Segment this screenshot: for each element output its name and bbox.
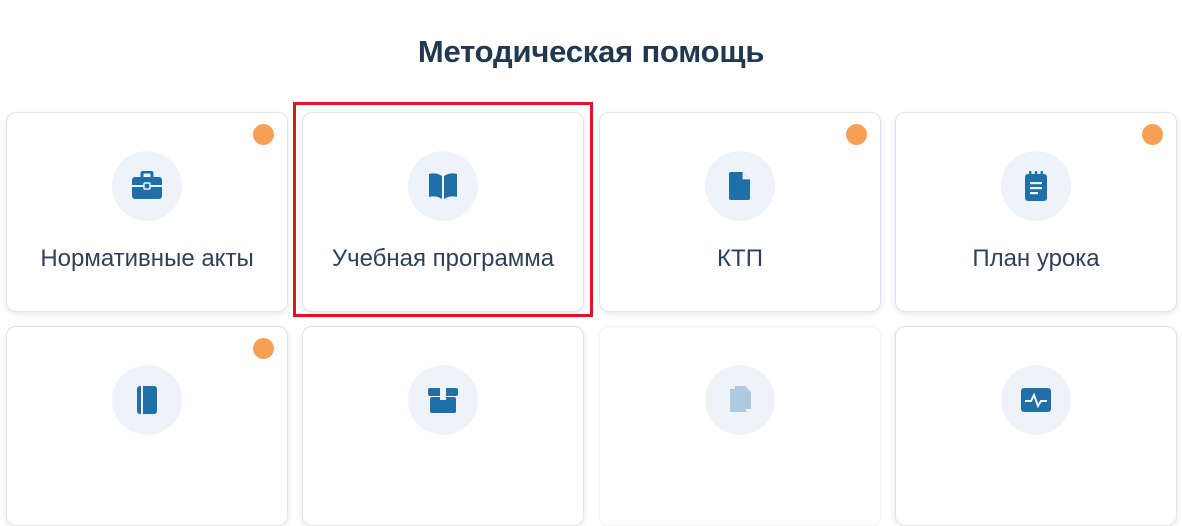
- notification-dot: [846, 124, 867, 145]
- notification-dot: [253, 338, 274, 359]
- notebook-icon: [112, 365, 182, 435]
- notepad-icon: [1001, 151, 1071, 221]
- document-icon: [705, 151, 775, 221]
- section-title: Методическая помощь: [417, 34, 765, 69]
- card-ktp[interactable]: КТП: [599, 112, 881, 312]
- card-item-8[interactable]: [895, 326, 1177, 526]
- book-icon: [408, 151, 478, 221]
- box-icon: [408, 365, 478, 435]
- card-normative-acts[interactable]: Нормативные акты: [6, 112, 288, 312]
- card-label: КТП: [717, 245, 763, 272]
- briefcase-icon: [112, 151, 182, 221]
- documents-icon: [705, 365, 775, 435]
- card-item-7[interactable]: [599, 326, 881, 526]
- card-lesson-plan[interactable]: План урока: [895, 112, 1177, 312]
- card-item-5[interactable]: [6, 326, 288, 526]
- card-label: План урока: [972, 245, 1100, 272]
- activity-icon: [1001, 365, 1071, 435]
- card-curriculum[interactable]: Учебная программа: [302, 112, 584, 312]
- card-item-6[interactable]: [302, 326, 584, 526]
- card-label: Учебная программа: [331, 245, 555, 272]
- notification-dot: [253, 124, 274, 145]
- card-label: Нормативные акты: [40, 245, 254, 272]
- notification-dot: [1142, 124, 1163, 145]
